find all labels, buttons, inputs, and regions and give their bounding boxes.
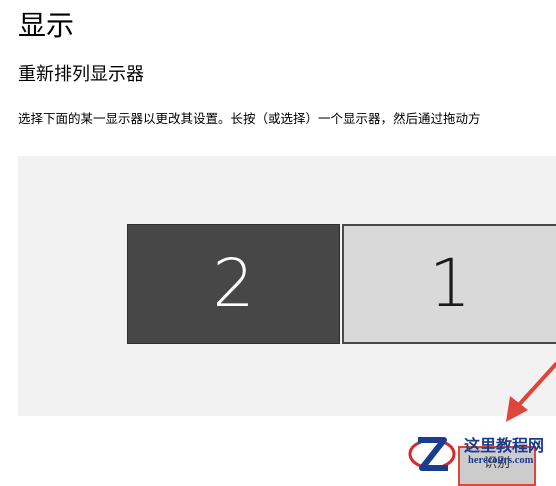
watermark-logo-icon [408, 437, 456, 471]
display-1-tile[interactable]: 1 [342, 224, 556, 344]
page-title: 显示 [18, 9, 75, 42]
section-title: 重新排列显示器 [18, 64, 144, 85]
description-text: 选择下面的某一显示器以更改其设置。长按（或选择）一个显示器，然后通过拖动方 [18, 111, 481, 126]
watermark-site-name: 这里教程网 [464, 436, 545, 455]
display-1-number: 1 [429, 245, 471, 322]
watermark: 这里教程网 herecours.com [400, 428, 556, 475]
display-arrangement-area[interactable]: 2 1 [18, 156, 556, 416]
display-2-tile[interactable]: 2 [127, 224, 340, 344]
watermark-site-url: herecours.com [468, 455, 534, 466]
display-2-number: 2 [212, 245, 255, 322]
